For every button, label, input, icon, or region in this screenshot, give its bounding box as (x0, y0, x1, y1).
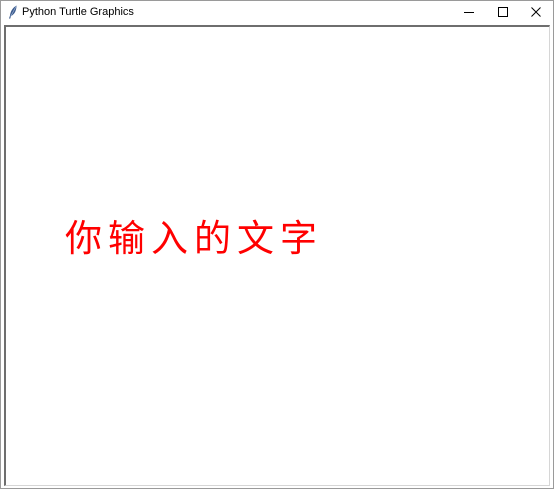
title-bar[interactable]: Python Turtle Graphics (1, 1, 553, 23)
feather-icon (8, 5, 18, 19)
canvas-text: 你输入的文字 (65, 217, 323, 260)
maximize-icon (498, 7, 508, 17)
window-title: Python Turtle Graphics (22, 6, 134, 18)
turtle-canvas[interactable]: 你输入的文字 (6, 27, 549, 485)
canvas-frame: 你输入的文字 (4, 25, 550, 486)
maximize-button[interactable] (486, 1, 520, 23)
minimize-icon (464, 7, 474, 17)
close-icon (531, 7, 541, 17)
turtle-window: Python Turtle Graphics 你输入的文字 (0, 0, 554, 489)
minimize-button[interactable] (452, 1, 486, 23)
close-button[interactable] (519, 1, 553, 23)
